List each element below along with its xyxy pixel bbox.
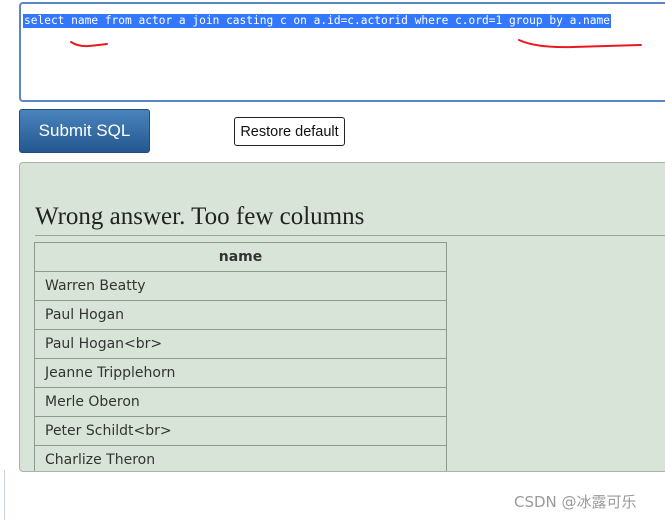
table-cell: Paul Hogan	[34, 300, 447, 330]
table-cell: Merle Oberon	[34, 387, 447, 417]
restore-default-button[interactable]: Restore default	[234, 117, 345, 146]
table-cell: Jeanne Tripplehorn	[34, 358, 447, 388]
table-cell: Charlize Theron	[34, 445, 447, 471]
table-row: Peter Schildt<br>	[34, 416, 447, 446]
page: select name from actor a join casting c …	[0, 0, 665, 520]
table-header-row: name	[34, 242, 447, 272]
table-row: Jeanne Tripplehorn	[34, 358, 447, 388]
table-row: Charlize Theron	[34, 445, 447, 471]
result-table: name Warren Beatty Paul Hogan Paul Hogan…	[34, 242, 447, 471]
title-divider	[35, 235, 665, 236]
table-row: Paul Hogan	[34, 300, 447, 330]
table-row: Paul Hogan<br>	[34, 329, 447, 359]
result-title: Wrong answer. Too few columns	[35, 203, 365, 230]
column-header-name: name	[34, 242, 447, 272]
red-underline-annotations	[70, 39, 642, 49]
sql-editor[interactable]: select name from actor a join casting c …	[19, 2, 665, 102]
annotation-underline-name	[70, 41, 108, 48]
csdn-watermark: CSDN @冰露可乐	[514, 493, 637, 511]
table-row: Warren Beatty	[34, 271, 447, 301]
table-cell: Peter Schildt<br>	[34, 416, 447, 446]
result-panel: Wrong answer. Too few columns name Warre…	[19, 162, 665, 472]
table-cell: Warren Beatty	[34, 271, 447, 301]
left-border	[4, 470, 5, 520]
annotation-underline-group-by	[518, 39, 642, 49]
submit-sql-button[interactable]: Submit SQL	[19, 109, 150, 153]
table-row: Merle Oberon	[34, 387, 447, 417]
table-cell: Paul Hogan<br>	[34, 329, 447, 359]
